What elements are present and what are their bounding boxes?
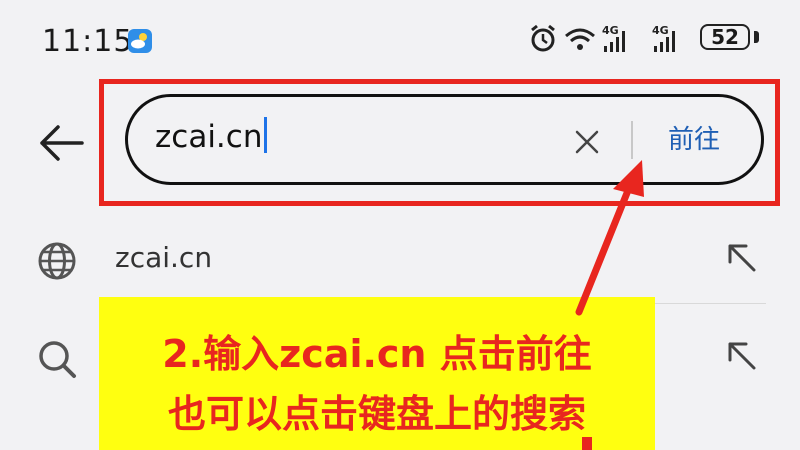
annotation-arrow xyxy=(575,160,644,450)
